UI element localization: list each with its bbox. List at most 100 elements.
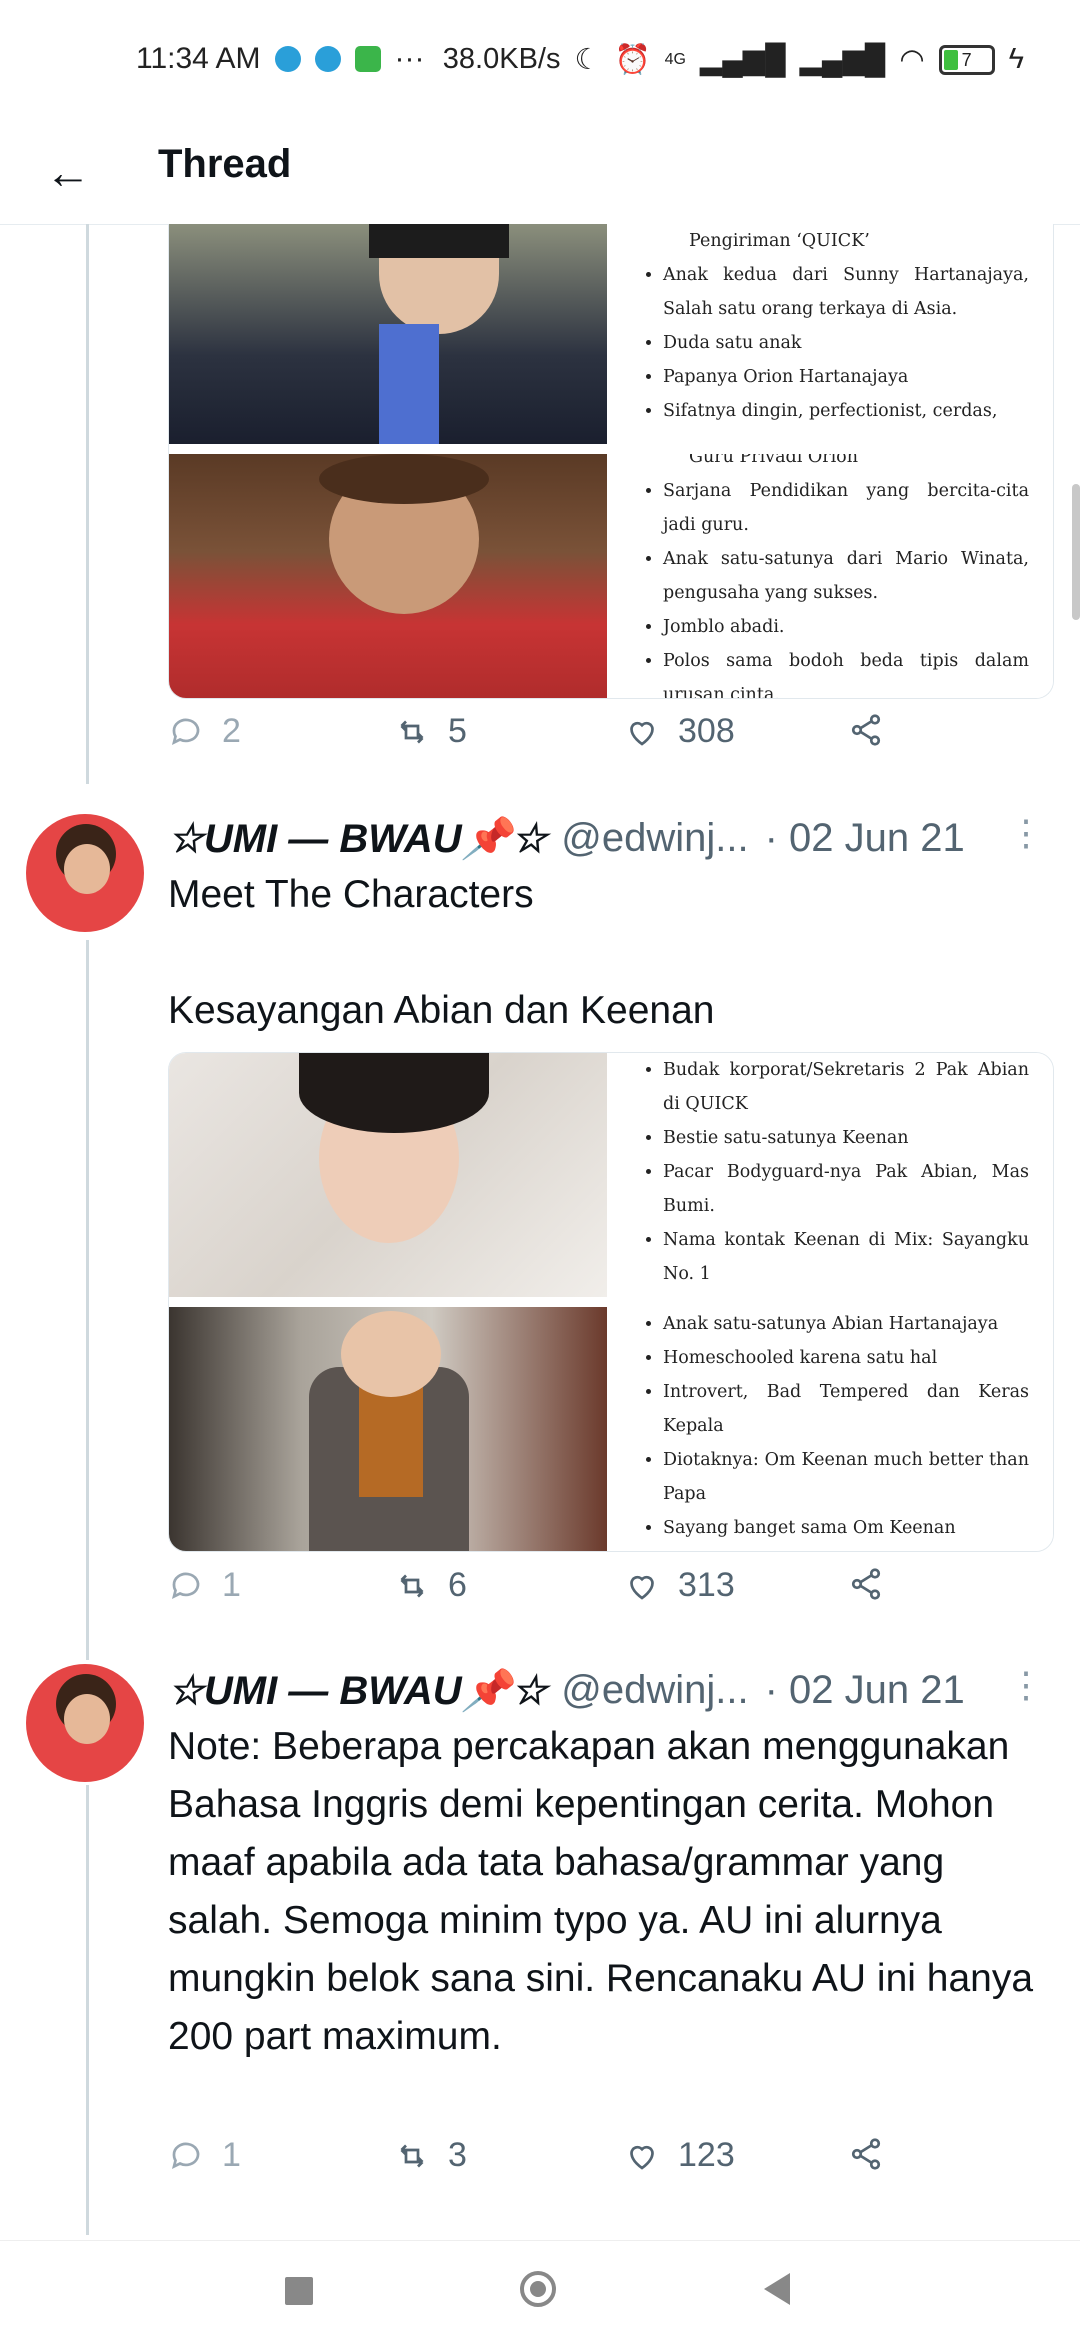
more-options-icon[interactable]: ⋮ — [1008, 1664, 1044, 1706]
like-button[interactable]: 308 — [624, 712, 735, 751]
thread-header: ← Thread — [0, 120, 1080, 225]
bio-line: Homeschooled karena satu hal — [663, 1341, 1029, 1375]
tweet-actions: 2 5 308 — [168, 712, 928, 772]
reply-button[interactable]: 1 — [168, 2136, 241, 2175]
moon-icon: ☾ — [574, 44, 601, 76]
tweet-actions: 1 3 123 — [168, 2136, 928, 2196]
tweet-date[interactable]: · 02 Jun 21 — [765, 1668, 965, 1713]
share-button[interactable] — [848, 2136, 884, 2172]
author-handle[interactable]: @edwinj... — [561, 816, 748, 861]
author-name[interactable]: ☆UMI — BWAU📌☆ — [168, 815, 547, 862]
more-options-icon[interactable]: ⋮ — [1008, 812, 1044, 854]
retweet-button[interactable]: 3 — [394, 2136, 467, 2175]
thread-line — [86, 224, 89, 784]
bio-line: Introvert, Bad Tempered dan Keras Kepala — [663, 1375, 1029, 1443]
bio-line: Sarjana Pendidikan yang bercita-cita jad… — [663, 474, 1029, 542]
retweet-icon — [400, 2144, 424, 2167]
like-button[interactable]: 123 — [624, 2136, 735, 2175]
reply-button[interactable]: 1 — [168, 1566, 241, 1605]
battery-level: 7 — [961, 49, 972, 70]
system-nav-bar — [0, 2240, 1080, 2341]
bio-line: Sayang banget sama Om Keenan — [663, 1511, 1029, 1545]
tweet-header: ☆UMI — BWAU📌☆ @edwinj... · 02 Jun 21 — [168, 812, 1048, 864]
tweet-text: Note: Beberapa percakapan akan menggunak… — [168, 1725, 1044, 2058]
avatar[interactable] — [26, 814, 144, 932]
like-button[interactable]: 313 — [624, 1566, 735, 1605]
tweet-text: Meet The Characters Kesayangan Abian dan… — [168, 873, 715, 1032]
bio-line: Polos sama bodoh beda tipis dalam urusan… — [663, 644, 1029, 698]
scrollbar[interactable] — [1072, 484, 1080, 620]
charging-icon: ϟ — [1008, 43, 1024, 75]
bio-line: Anak kedua dari Sunny Hartanajaya, Salah… — [663, 258, 1029, 326]
tweet-header: ☆UMI — BWAU📌☆ @edwinj... · 02 Jun 21 — [168, 1664, 1048, 1716]
recents-icon[interactable] — [285, 2277, 313, 2305]
bio-line: Budak korporat/Sekretaris 2 Pak Abian di… — [663, 1053, 1029, 1121]
status-right: 38.0KB/s ☾ ⏰ 4G ▂▄▆█ ▂▄▆█ ◠ 7 ϟ — [443, 42, 1024, 77]
heart-icon — [630, 1575, 654, 1600]
tweet-date[interactable]: · 02 Jun 21 — [765, 816, 965, 861]
bio-line: Sifatnya dingin, perfectionist, cerdas, — [663, 394, 1029, 428]
status-left: 11:34 AM ··· — [136, 42, 425, 76]
character-card-image[interactable]: Pengiriman ‘QUICK’ Anak kedua dari Sunny… — [168, 224, 1054, 699]
character-bio: Guru Privadi Orion Sarjana Pendidikan ya… — [617, 454, 1053, 698]
heart-icon — [630, 721, 654, 746]
network-type: 4G — [664, 50, 686, 68]
retweet-count: 6 — [448, 1566, 467, 1604]
reply-button[interactable]: 2 — [168, 712, 241, 751]
nav-back-icon[interactable] — [764, 2273, 790, 2305]
page-title: Thread — [158, 142, 292, 186]
back-arrow-icon[interactable]: ← — [40, 144, 96, 200]
bio-line: Diotaknya: Om Keenan much better than Pa… — [663, 1443, 1029, 1511]
wifi-icon: ◠ — [899, 44, 925, 76]
reply-count: 1 — [222, 2136, 241, 2174]
alarm-icon: ⏰ — [614, 43, 651, 76]
battery-icon: 7 — [938, 44, 995, 75]
tweet-actions: 1 6 313 — [168, 1566, 928, 1626]
character-bio: Budak korporat/Sekretaris 2 Pak Abian di… — [617, 1053, 1053, 1297]
retweet-count: 3 — [448, 2136, 467, 2174]
green-app-icon — [354, 46, 381, 72]
author-name[interactable]: ☆UMI — BWAU📌☆ — [168, 1667, 547, 1714]
more-notifications-icon: ··· — [394, 42, 425, 75]
share-button[interactable] — [848, 1566, 884, 1602]
network-speed: 38.0KB/s — [442, 43, 561, 75]
retweet-icon — [400, 1574, 424, 1597]
character-bio: Anak satu-satunya Abian Hartanajaya Home… — [617, 1307, 1053, 1551]
bio-line: Pengiriman ‘QUICK’ — [689, 231, 870, 251]
like-count: 308 — [678, 712, 735, 750]
bio-line: Guru Privadi Orion — [689, 454, 858, 467]
bio-line: Nama kontak Keenan di Mix: Sayangku No. … — [663, 1223, 1029, 1291]
reply-icon — [171, 718, 200, 745]
avatar[interactable] — [26, 1664, 144, 1782]
retweet-icon — [400, 720, 424, 743]
character-photo — [169, 1307, 607, 1551]
home-icon[interactable] — [520, 2271, 556, 2307]
status-time: 11:34 AM — [136, 42, 261, 75]
bio-line: Jomblo abadi. — [663, 610, 1029, 644]
like-count: 313 — [678, 1566, 735, 1604]
status-bar: 11:34 AM ··· 38.0KB/s ☾ ⏰ 4G ▂▄▆█ ▂▄▆█ ◠… — [0, 0, 1080, 120]
telegram-icon — [274, 46, 301, 72]
telegram-icon — [314, 46, 341, 72]
thread-line — [86, 940, 89, 1660]
signal-icon: ▂▄▆█ — [799, 44, 886, 76]
reply-count: 1 — [222, 1566, 241, 1604]
share-button[interactable] — [848, 712, 884, 748]
reply-icon — [171, 2142, 200, 2169]
retweet-count: 5 — [448, 712, 467, 750]
character-photo — [169, 454, 607, 698]
thread-line — [86, 1785, 89, 2235]
retweet-button[interactable]: 5 — [394, 712, 467, 751]
character-card-image[interactable]: Budak korporat/Sekretaris 2 Pak Abian di… — [168, 1052, 1054, 1552]
reply-count: 2 — [222, 712, 241, 750]
bio-line: Pacar Bodyguard-nya Pak Abian, Mas Bumi. — [663, 1155, 1029, 1223]
reply-icon — [171, 1572, 200, 1599]
retweet-button[interactable]: 6 — [394, 1566, 467, 1605]
character-photo — [169, 224, 607, 444]
share-icon — [851, 2138, 881, 2170]
author-handle[interactable]: @edwinj... — [561, 1668, 748, 1713]
character-photo — [169, 1053, 607, 1297]
bio-line: Papanya Orion Hartanajaya — [663, 360, 1029, 394]
heart-icon — [630, 2145, 654, 2170]
bio-line: Anak satu-satunya Abian Hartanajaya — [663, 1307, 1029, 1341]
